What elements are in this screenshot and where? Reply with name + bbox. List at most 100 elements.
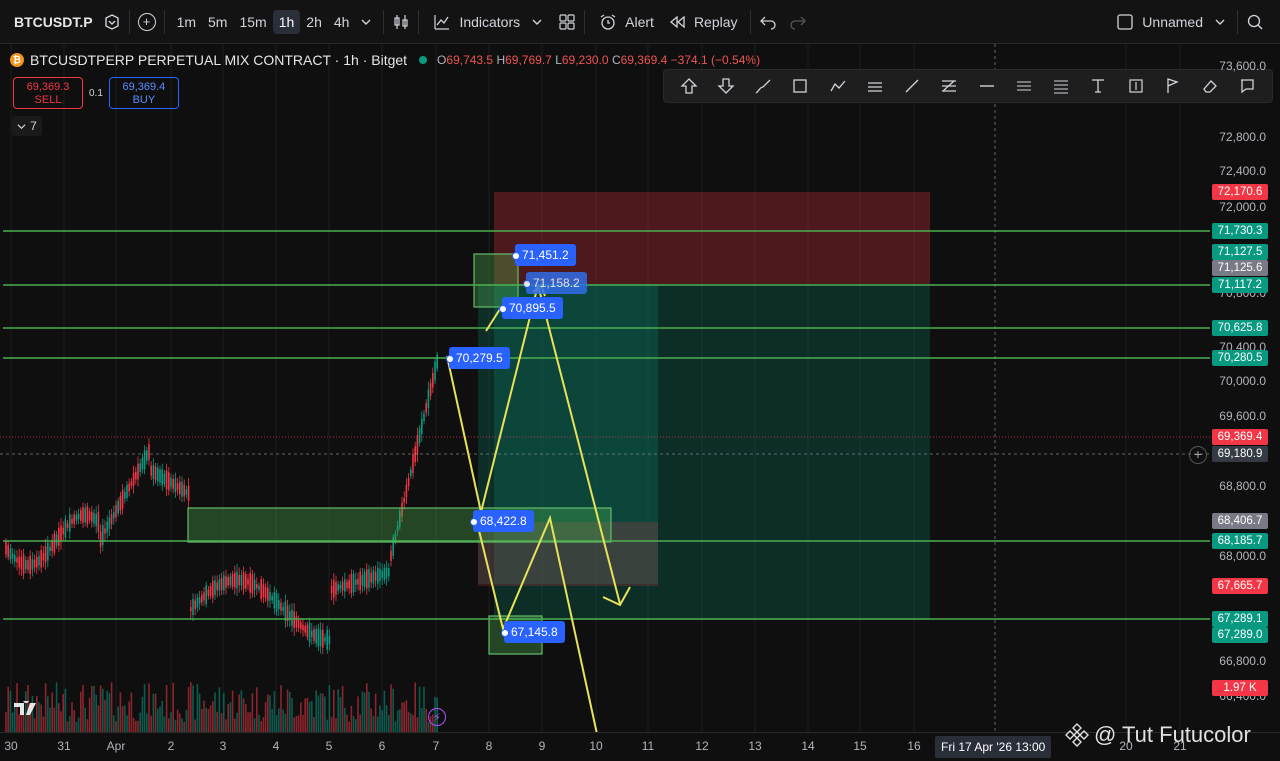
trend-line-icon[interactable] [900,74,924,98]
price-tick: 72,400.0 [1219,164,1266,178]
candle-body [330,585,333,594]
interval-1h[interactable]: 1h [272,9,301,34]
volume-bar [247,712,249,732]
price-tick: 66,800.0 [1219,654,1266,668]
layout-name-button[interactable]: Unnamed [1136,10,1209,34]
add-alert-plus-icon[interactable]: + [1189,446,1207,464]
interval-2h[interactable]: 2h [300,10,328,34]
parallel-channel-icon[interactable] [863,74,887,98]
candle-body [350,574,353,594]
volume-bar [414,682,416,732]
chart-pane[interactable]: 71,451.2 71,158.2 70,895.5 70,279.5 68,4… [0,44,1280,761]
arrow-up-icon[interactable] [677,74,701,98]
volume-bar [418,686,421,732]
symbol-search-button[interactable]: BTCUSDT.P [6,10,101,34]
volume-bar [370,708,372,732]
chevron-down-icon[interactable] [526,11,548,33]
candles-icon[interactable] [390,11,412,33]
candle-body [284,601,287,622]
compare-icon[interactable] [101,11,123,33]
chart-label-70895[interactable]: 70,895.5 [499,297,563,319]
brush-icon[interactable] [751,74,775,98]
candle-body [205,585,207,605]
redo-icon[interactable] [787,11,809,33]
interval-5m[interactable]: 5m [202,10,233,34]
chart-label-68422[interactable]: 68,422.8 [470,510,534,532]
candle-body [154,466,157,481]
chart-label-71451[interactable]: 71,451.2 [512,244,576,266]
undo-icon[interactable] [757,11,779,33]
volume-bar [214,692,216,732]
buy-button[interactable]: 69,369.4 BUY [108,77,179,109]
volume-bar [99,685,102,732]
legend-title[interactable]: BTCUSDTPERP PERPETUAL MIX CONTRACT · 1h … [30,52,407,68]
volume-bar [335,718,337,732]
candle-body [183,484,185,497]
time-tick: 11 [641,739,655,753]
candle-body [93,512,95,524]
horizontal-ray-icon[interactable] [1012,74,1036,98]
candle-body [328,635,331,645]
lightning-icon[interactable]: ⚡ [428,708,446,726]
volume-bar [174,719,177,732]
indicators-button[interactable]: Indicators [425,7,526,37]
layout-grid-icon[interactable] [556,11,578,33]
candle-body [427,389,430,408]
market-status-dot [419,56,428,64]
candle-body [22,554,25,575]
horizontal-line-icon[interactable] [975,74,999,98]
time-tick: 15 [853,739,867,753]
candle-body [187,485,190,501]
volume-bar [350,705,353,732]
candle-body [383,567,386,580]
tradingview-logo[interactable] [14,697,42,723]
chart-legend: ₿ BTCUSDTPERP PERPETUAL MIX CONTRACT · 1… [10,52,760,68]
fib-icon[interactable] [937,74,961,98]
text-icon[interactable] [1086,74,1110,98]
chevron-down-icon[interactable] [355,11,377,33]
quick-search-icon[interactable] [1244,11,1266,33]
indicators-collapse-button[interactable]: 7 [12,116,42,136]
alert-button[interactable]: Alert [591,7,660,37]
candle-body [390,550,392,562]
chart-label-67145[interactable]: 67,145.8 [501,621,565,643]
path-icon[interactable] [826,74,850,98]
volume-bar [119,692,122,732]
price-range-icon[interactable] [1124,74,1148,98]
volume-bar [176,709,179,732]
candle-body [212,580,214,598]
add-symbol-icon[interactable]: + [136,11,158,33]
arrow-down-icon[interactable] [714,74,738,98]
chart-label-71158[interactable]: 71,158.2 [523,272,587,294]
interval-1m[interactable]: 1m [171,10,202,34]
volume-bar [264,702,267,732]
volume-bar [88,697,91,732]
candle-body [214,580,216,596]
volume-bar [150,715,152,732]
volume-bar [379,705,381,732]
volume-bar [168,718,170,732]
rectangle-icon[interactable] [788,74,812,98]
candle-body [247,579,249,585]
volume-bar [66,721,69,732]
flag-icon[interactable] [1161,74,1185,98]
candle-body [275,593,278,612]
sell-button[interactable]: 69,369.3 SELL [13,77,83,109]
volume-bar [84,707,86,732]
layout-square-icon[interactable] [1114,11,1136,33]
volume-bar [407,711,410,732]
interval-15m[interactable]: 15m [233,10,272,34]
pitchfork-icon[interactable] [1049,74,1073,98]
chart-label-70279[interactable]: 70,279.5 [446,347,510,369]
candle-body [436,354,438,369]
candle-body [113,511,115,519]
volume-bar [172,682,174,732]
replay-button[interactable]: Replay [660,7,744,37]
candle-body [150,465,152,476]
price-label: 69,369.4 [1212,429,1268,445]
chevron-down-icon[interactable] [1209,11,1231,33]
candle-body [405,484,408,498]
interval-4h[interactable]: 4h [328,10,356,34]
chart-canvas[interactable] [0,44,1280,761]
price-axis[interactable]: 73,600.0 72,800.0 72,400.0 72,000.0 70,800.0… [1210,44,1280,732]
